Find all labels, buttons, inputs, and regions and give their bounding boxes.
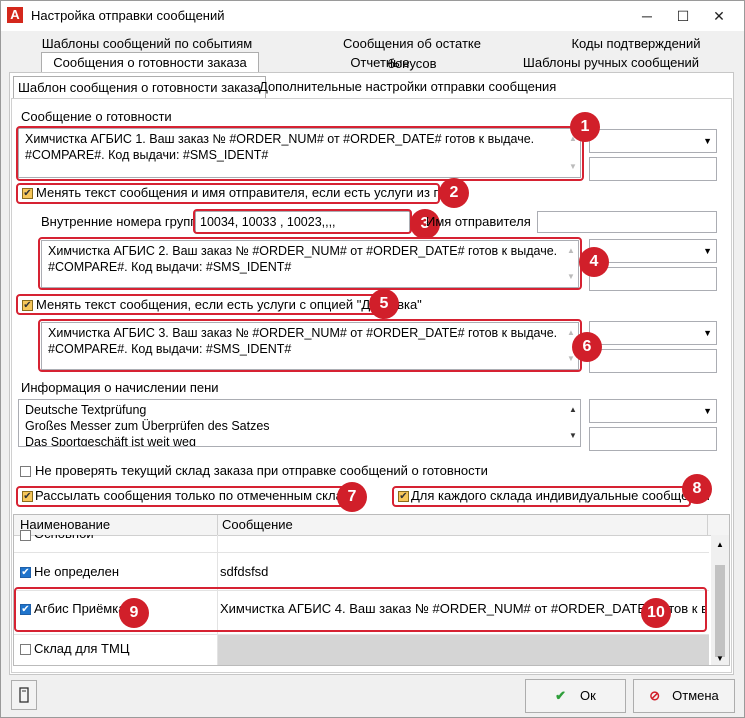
row-checkbox[interactable] — [20, 530, 31, 541]
scrollbar-thumb[interactable] — [715, 565, 725, 657]
cancel-button-label: Отмена — [672, 688, 719, 703]
ready-message-label: Сообщение о готовности — [21, 109, 172, 124]
delivery-extra-field[interactable] — [589, 349, 717, 373]
textarea-scrollbar[interactable]: ▲ ▼ — [568, 402, 578, 444]
highlight-box-4 — [38, 237, 582, 290]
highlight-box-2 — [16, 183, 440, 204]
no-check-warehouse-label: Не проверять текущий склад заказа при от… — [35, 463, 488, 478]
penalty-combo[interactable]: ▼ — [589, 399, 717, 423]
penalty-line2: Großes Messer zum Überprüfen des Satzes — [25, 419, 270, 433]
ok-button-label: Ок — [580, 688, 596, 703]
tab-event-templates[interactable]: Шаблоны сообщений по событиям — [41, 34, 253, 54]
internal-numbers-label: Внутренние номера групп — [41, 214, 198, 229]
minimize-button[interactable]: ─ — [633, 4, 661, 28]
grid-header: Наименование Сообщение — [14, 515, 729, 536]
chevron-down-icon: ▼ — [703, 246, 712, 256]
sender-name-label: Имя отправителя — [426, 214, 531, 229]
highlight-box-3 — [193, 209, 412, 234]
chevron-down-icon: ▼ — [703, 406, 712, 416]
penalty-info-label: Информация о начислении пени — [21, 380, 219, 395]
tab-order-ready-messages[interactable]: Сообщения о готовности заказа — [41, 52, 259, 73]
badge-1: 1 — [570, 112, 600, 142]
highlight-box-6 — [38, 319, 582, 372]
check-icon: ✔ — [555, 688, 567, 703]
penalty-info-textarea[interactable]: Deutsche Textprüfung Großes Messer zum Ü… — [18, 399, 581, 447]
penalty-line1: Deutsche Textprüfung — [25, 403, 147, 417]
chevron-down-icon: ▼ — [703, 328, 712, 338]
badge-10: 10 — [641, 598, 671, 628]
cancel-button[interactable]: ⊘ Отмена — [633, 679, 735, 713]
badge-5: 5 — [369, 289, 399, 319]
sender-name-field[interactable] — [537, 211, 717, 233]
subtab-ready-template[interactable]: Шаблон сообщения о готовности заказа — [13, 76, 266, 99]
column-name-header[interactable]: Наименование — [20, 517, 110, 532]
no-check-warehouse-checkbox[interactable] — [20, 466, 31, 477]
subtab-additional-settings[interactable]: Дополнительные настройки отправки сообще… — [255, 76, 560, 98]
badge-8: 8 — [682, 474, 712, 504]
chevron-down-icon: ▼ — [703, 136, 712, 146]
scroll-down-icon[interactable]: ▼ — [716, 654, 724, 663]
row-checkbox[interactable] — [20, 644, 31, 655]
tab-bonus-balance[interactable]: Сообщения об остатке бонусов — [319, 34, 505, 71]
badge-6: 6 — [572, 332, 602, 362]
ready-extra-field[interactable] — [589, 157, 717, 181]
app-logo-icon: A — [7, 7, 23, 23]
grid-scrollbar[interactable]: ▲ ▼ — [711, 535, 729, 665]
highlight-box-9-10 — [14, 587, 707, 632]
title-bar: A Настройка отправки сообщений ─ ☐ ✕ — [1, 1, 744, 31]
badge-4: 4 — [579, 247, 609, 277]
tab-manual-templates[interactable]: Шаблоны ручных сообщений — [521, 53, 701, 73]
badge-9: 9 — [119, 598, 149, 628]
table-row-name: Не определен — [34, 564, 120, 579]
page-button[interactable] — [11, 680, 37, 710]
penalty-extra-field[interactable] — [589, 427, 717, 451]
settings-window: A Настройка отправки сообщений ─ ☐ ✕ Шаб… — [0, 0, 745, 718]
badge-2: 2 — [439, 178, 469, 208]
table-row-name: Склад для ТМЦ — [34, 641, 130, 656]
ok-button[interactable]: ✔ Ок — [525, 679, 626, 713]
column-message-header[interactable]: Сообщение — [222, 517, 293, 532]
close-button[interactable]: ✕ — [705, 4, 733, 28]
page-icon — [19, 687, 29, 703]
delivery-sender-combo[interactable]: ▼ — [589, 321, 717, 345]
cancel-icon: ⊘ — [649, 688, 661, 703]
highlight-box-8 — [392, 486, 691, 507]
groups-extra-field[interactable] — [589, 267, 717, 291]
ready-sender-combo[interactable]: ▼ — [589, 129, 717, 153]
highlight-box-7 — [16, 486, 346, 507]
tab-report-messages[interactable]: Отчетные сообщения — [315, 53, 445, 90]
scroll-up-icon[interactable]: ▲ — [716, 540, 724, 549]
maximize-button[interactable]: ☐ — [669, 4, 697, 28]
highlight-box-1 — [16, 126, 584, 181]
penalty-line3: Das Sportgeschäft ist weit weg — [25, 435, 196, 447]
row-checkbox[interactable]: ✔ — [20, 567, 31, 578]
table-row-message: sdfdsfsd — [220, 564, 269, 579]
tab-confirmation-codes[interactable]: Коды подтверждений — [569, 34, 703, 54]
window-title: Настройка отправки сообщений — [31, 8, 225, 23]
highlight-box-5 — [16, 294, 394, 315]
badge-7: 7 — [337, 482, 367, 512]
